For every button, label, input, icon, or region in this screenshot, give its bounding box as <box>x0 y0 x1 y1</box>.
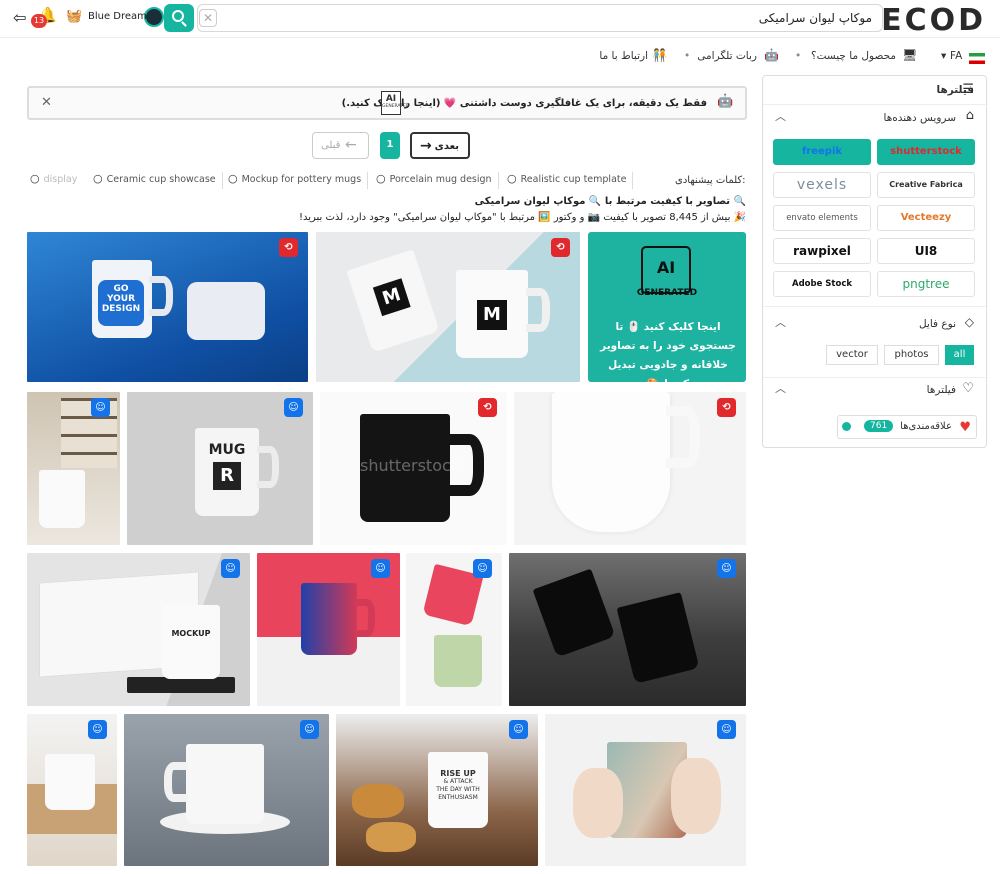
house-icon: ⌂ <box>965 108 974 123</box>
shutterstock-tag-icon: ⟲ <box>478 398 497 417</box>
shutterstock-tag-icon: ⟲ <box>279 238 298 257</box>
provider-vexels[interactable]: vexels <box>773 172 871 198</box>
user-name[interactable]: Blue Dream <box>88 11 147 22</box>
file-type-vector[interactable]: vector <box>826 345 878 365</box>
sliders-icon: ☰ <box>962 82 974 97</box>
info-dot-icon <box>842 422 851 431</box>
shutterstock-tag-icon: ⟲ <box>551 238 570 257</box>
suggestion-chip[interactable]: Porcelain mug design <box>376 172 499 189</box>
lang-chevron-icon[interactable]: ▾ <box>941 50 946 62</box>
freepik-tag-icon: ☺ <box>91 398 110 417</box>
file-type-title[interactable]: نوع فایل <box>919 318 956 330</box>
chevron-up-icon[interactable]: ︿ <box>775 108 786 124</box>
nav-dot: • <box>795 50 802 62</box>
chevron-up-icon[interactable]: ︿ <box>775 380 786 396</box>
mug-shape: GO YOUR DESIGN <box>92 260 152 338</box>
result-image[interactable]: ☺ <box>257 553 400 706</box>
close-icon[interactable]: ✕ <box>41 95 52 110</box>
providers-title[interactable]: سرویس دهنده‌ها <box>884 112 956 124</box>
chevron-up-icon[interactable]: ︿ <box>775 314 786 330</box>
result-image[interactable]: RISE UP & ATTACK THE DAY WITH ENTHUSIASM… <box>336 714 538 866</box>
nav-telegram-bot[interactable]: ربات تلگرامی <box>697 50 757 62</box>
result-image[interactable]: M M ⟲ <box>316 232 580 382</box>
result-image[interactable]: GO YOUR DESIGN ⟲ <box>27 232 308 382</box>
heart-icon: ♥ <box>959 420 971 435</box>
nav-contact[interactable]: ارتباط با ما <box>599 50 648 62</box>
nav-what-is-product[interactable]: محصول ما چیست؟ <box>811 50 896 62</box>
ai-generated-badge: AI GENERATED <box>381 91 409 115</box>
arrow-right-icon: → <box>420 138 432 154</box>
search-input[interactable]: موکاپ لیوان سرامیکی <box>197 4 883 32</box>
heart-outline-icon: ♡ <box>962 381 974 396</box>
result-image[interactable]: shutterstock ⟲ <box>320 392 507 545</box>
provider-adobe-stock[interactable]: Adobe Stock <box>773 271 871 297</box>
provider-pngtree[interactable]: pngtree <box>877 271 975 297</box>
file-type-photos[interactable]: photos <box>884 345 939 365</box>
filters-panel: فیلترها ☰ سرویس دهنده‌ها ⌂ ︿ shutterstoc… <box>762 75 988 448</box>
favorites-toggle[interactable]: ♥ علاقه‌مندی‌ها 761 <box>837 415 977 439</box>
freepik-tag-icon: ☺ <box>221 559 240 578</box>
suggestion-chip[interactable]: Mockup for pottery mugs <box>228 172 369 189</box>
suggestion-chip[interactable]: Ceramic cup showcase <box>93 172 223 189</box>
shutterstock-tag-icon: ⟲ <box>717 398 736 417</box>
ai-chip-icon: AI <box>641 246 691 294</box>
freepik-tag-icon: ☺ <box>473 559 492 578</box>
notification-badge: 13 <box>31 14 47 28</box>
product-icon: 🖥 <box>902 48 918 62</box>
logout-icon[interactable]: ⇦ <box>13 8 26 27</box>
iran-flag-icon <box>969 53 985 64</box>
provider-freepik[interactable]: freepik <box>773 139 871 165</box>
provider-shutterstock[interactable]: shutterstock <box>877 139 975 165</box>
freepik-tag-icon: ☺ <box>717 559 736 578</box>
result-image[interactable]: ☺ <box>27 714 117 866</box>
freepik-tag-icon: ☺ <box>300 720 319 739</box>
robot-icon: 🤖 <box>764 48 779 62</box>
provider-vecteezy[interactable]: Vecteezy <box>877 205 975 231</box>
avatar[interactable] <box>144 7 164 27</box>
next-page-button[interactable]: → بعدی <box>410 132 470 159</box>
clear-search-button[interactable]: ✕ <box>199 9 217 27</box>
result-image[interactable]: ☺ <box>545 714 746 866</box>
contact-icon: 🧑‍🤝‍🧑 <box>652 48 667 62</box>
freepik-tag-icon: ☺ <box>88 720 107 739</box>
provider-ui8[interactable]: UI8 <box>877 238 975 264</box>
result-image[interactable]: ☺ <box>124 714 329 866</box>
provider-creative-fabrica[interactable]: Creative Fabrica <box>877 172 975 198</box>
freepik-tag-icon: ☺ <box>717 720 736 739</box>
provider-rawpixel[interactable]: rawpixel <box>773 238 871 264</box>
freepik-tag-icon: ☺ <box>284 398 303 417</box>
suggestion-chip[interactable]: display <box>30 172 83 189</box>
arrow-left-icon: ← <box>345 137 357 153</box>
result-image[interactable]: ☺ <box>509 553 746 706</box>
nav-dot: • <box>684 50 691 62</box>
file-type-all[interactable]: all <box>945 345 974 365</box>
freepik-tag-icon: ☺ <box>371 559 390 578</box>
result-image[interactable]: ☺ <box>27 392 120 545</box>
result-image[interactable]: ⟲ <box>514 392 746 545</box>
suggestions-label: کلمات پیشنهادی: <box>675 175 746 186</box>
basket-icon[interactable]: 🧺 <box>66 9 82 24</box>
search-value: موکاپ لیوان سرامیکی <box>758 11 872 25</box>
ai-generate-card[interactable]: AI GENERATED اینجا کلیک کنید 🖱️ تا جستجو… <box>588 232 746 382</box>
provider-envato[interactable]: envato elements <box>773 205 871 231</box>
result-image[interactable]: MOCKUP ☺ <box>27 553 250 706</box>
robot-hand-icon: 🤖 <box>717 94 734 109</box>
freepik-tag-icon: ☺ <box>509 720 528 739</box>
page-number-1[interactable]: 1 <box>380 132 400 159</box>
search-icon <box>172 10 184 22</box>
layers-icon: ◇ <box>964 315 974 329</box>
results-heading: 🔍 تصاویر با کیفیت مرتبط با 🔍 موکاپ لیوان… <box>474 196 746 207</box>
result-image[interactable]: MUG R ☺ <box>127 392 313 545</box>
prev-page-button[interactable]: ← قبلی <box>312 132 369 159</box>
suggestion-chip[interactable]: Realistic cup template <box>507 172 634 189</box>
lang-selector[interactable]: FA <box>950 50 962 62</box>
result-image[interactable]: ☺ <box>406 553 502 706</box>
search-button[interactable] <box>164 4 194 32</box>
filters2-title[interactable]: فیلترها <box>927 384 956 396</box>
results-count: 🎉 بیش از 8,445 تصویر با کیفیت 📷 و وکتور … <box>298 212 746 223</box>
